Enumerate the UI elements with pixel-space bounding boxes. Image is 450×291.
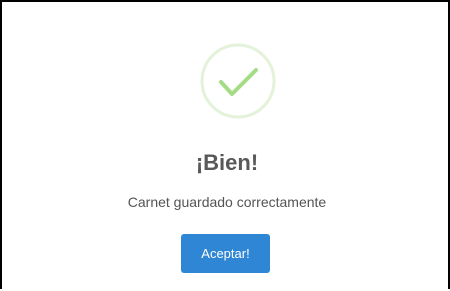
check-circle-icon [200, 43, 276, 119]
dialog-message: Carnet guardado correctamente [127, 194, 327, 210]
window-frame: ¡Bien! Carnet guardado correctamente Ace… [0, 0, 450, 289]
dialog-title: ¡Bien! [195, 150, 259, 175]
confirm-button[interactable]: Aceptar! [181, 234, 270, 273]
success-dialog: ¡Bien! Carnet guardado correctamente Ace… [4, 4, 450, 291]
